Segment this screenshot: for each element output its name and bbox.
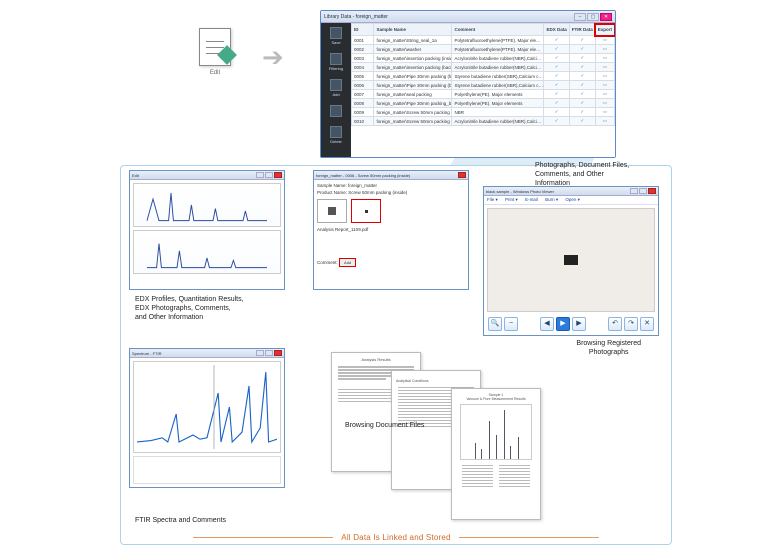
table-row[interactable]: 0007foreign_matter\seal packingPolyethyl… [352, 90, 615, 99]
viewer-title: black sample - Windows Photo Viewer [486, 187, 554, 195]
form-window: foreign_matter - 0006 - Screw 50mm packi… [313, 170, 469, 290]
next-icon[interactable]: ▶ [572, 317, 586, 331]
menu-open[interactable]: Open ▾ [565, 197, 580, 202]
col-comment[interactable]: Comment [452, 24, 544, 36]
library-title: Library Data - foreign_matter [324, 14, 388, 20]
table-row[interactable]: 0009foreign_matter\Screw 50mm packing (f… [352, 108, 615, 117]
rotate-left-icon[interactable]: ↶ [608, 317, 622, 331]
viewer-menu: File ▾ Print ▾ E-mail Burn ▾ Open ▾ [484, 196, 658, 205]
table-row[interactable]: 0008foreign_matter\Pipe 30mm packing_bPo… [352, 99, 615, 108]
viewer-close[interactable] [648, 188, 656, 194]
sidebar-blank[interactable] [325, 105, 347, 118]
sidebar-filtering[interactable]: Filtering [325, 53, 347, 71]
library-table: ID Sample Name Comment EDX Data FTIR Dat… [351, 23, 615, 157]
edx-close[interactable] [274, 172, 282, 178]
zoom-out-icon[interactable]: − [504, 317, 518, 331]
ftir-min[interactable] [256, 350, 264, 356]
col-export[interactable]: Export [595, 24, 614, 36]
documents-fan: Analysis Results Analytical Conditions S… [331, 352, 571, 520]
menu-email[interactable]: E-mail [525, 197, 538, 202]
close-button[interactable]: ✕ [600, 13, 612, 21]
delete-icon[interactable]: ✕ [640, 317, 654, 331]
table-row[interactable]: 0010foreign_matter\Screw 50mm packing (b… [352, 117, 615, 126]
label-edx: EDX Profiles, Quantitation Results, EDX … [135, 296, 315, 322]
col-id[interactable]: ID [352, 24, 374, 36]
label-docs: Browsing Document Files [345, 422, 424, 431]
library-window: Library Data - foreign_matter – ▢ ✕ Save… [320, 10, 616, 158]
ftir-comment-box[interactable] [133, 456, 281, 484]
thumb-2[interactable] [351, 199, 381, 223]
arrow-icon: ➔ [262, 42, 284, 73]
zoom-in-icon[interactable]: 🔍 [488, 317, 502, 331]
sidebar-delete[interactable]: Delete [325, 126, 347, 144]
menu-print[interactable]: Print ▾ [505, 197, 518, 202]
ftir-close[interactable] [274, 350, 282, 356]
table-row[interactable]: 0001foreign_matter\String_seal_1aPolytet… [352, 36, 615, 45]
sidebar-save[interactable]: Save [325, 27, 347, 45]
edx-tab[interactable]: Edit [132, 171, 139, 179]
table-row[interactable]: 0006foreign_matter\Pipe 30mm packing (ba… [352, 81, 615, 90]
col-ftir[interactable]: FTIR Data [569, 24, 595, 36]
edx-window: Edit [129, 170, 285, 290]
menu-file[interactable]: File ▾ [487, 197, 498, 202]
table-row[interactable]: 0002foreign_matter\washerPolytetrafluoro… [352, 45, 615, 54]
doc-page-3[interactable]: Sample 1Vacuum & Pure Measurement Result… [451, 388, 541, 520]
viewer-photo [487, 208, 655, 312]
edit-action[interactable]: Edit [190, 28, 240, 76]
table-row[interactable]: 0004foreign_matter\insertion packing (ba… [352, 63, 615, 72]
form-title: foreign_matter - 0006 - Screw 50mm packi… [316, 171, 410, 179]
prev-icon[interactable]: ◀ [540, 317, 554, 331]
library-sidebar: Save Filtering Add Delete [321, 23, 351, 157]
ftir-window: Spectrum - FTIR [129, 348, 285, 488]
form-close[interactable] [458, 172, 466, 178]
ftir-spectrum [133, 361, 281, 453]
maximize-button[interactable]: ▢ [587, 13, 599, 21]
sidebar-add[interactable]: Add [325, 79, 347, 97]
viewer-min[interactable] [630, 188, 638, 194]
label-browphoto: Browsing Registered Photographs [576, 340, 641, 358]
doc3-plot [460, 404, 532, 460]
viewer-max[interactable] [639, 188, 647, 194]
label-ftir: FTIR Spectra and Comments [135, 517, 226, 526]
add-comment-button[interactable]: Add [339, 258, 356, 267]
tagline: All Data Is Linked and Stored [121, 533, 671, 542]
ftir-max[interactable] [265, 350, 273, 356]
ftir-title: Spectrum - FTIR [132, 349, 162, 357]
photo-viewer-window: black sample - Windows Photo Viewer File… [483, 186, 659, 336]
analysis-file[interactable]: Analysis Report_1109.pdf [317, 227, 465, 232]
table-row[interactable]: 0003foreign_matter\insertion packing (in… [352, 54, 615, 63]
label-photos: Photographs, Document Files, Comments, a… [535, 162, 665, 188]
sample-chip [564, 255, 578, 265]
edx-max[interactable] [265, 172, 273, 178]
rotate-right-icon[interactable]: ↷ [624, 317, 638, 331]
menu-burn[interactable]: Burn ▾ [545, 197, 558, 202]
edx-chart-1 [133, 183, 281, 227]
col-edx[interactable]: EDX Data [544, 24, 569, 36]
edx-min[interactable] [256, 172, 264, 178]
viewer-toolbar: 🔍 − ◀ ▶ ▶ ↶ ↷ ✕ [484, 315, 658, 333]
play-icon[interactable]: ▶ [556, 317, 570, 331]
edx-chart-2 [133, 230, 281, 274]
detail-panel: Photographs, Document Files, Comments, a… [120, 165, 672, 545]
edit-label: Edit [190, 70, 240, 76]
thumb-1[interactable] [317, 199, 347, 223]
minimize-button[interactable]: – [574, 13, 586, 21]
col-sample[interactable]: Sample Name [374, 24, 452, 36]
library-titlebar: Library Data - foreign_matter – ▢ ✕ [321, 11, 615, 23]
table-row[interactable]: 0005foreign_matter\Pipe 30mm packing (fr… [352, 72, 615, 81]
